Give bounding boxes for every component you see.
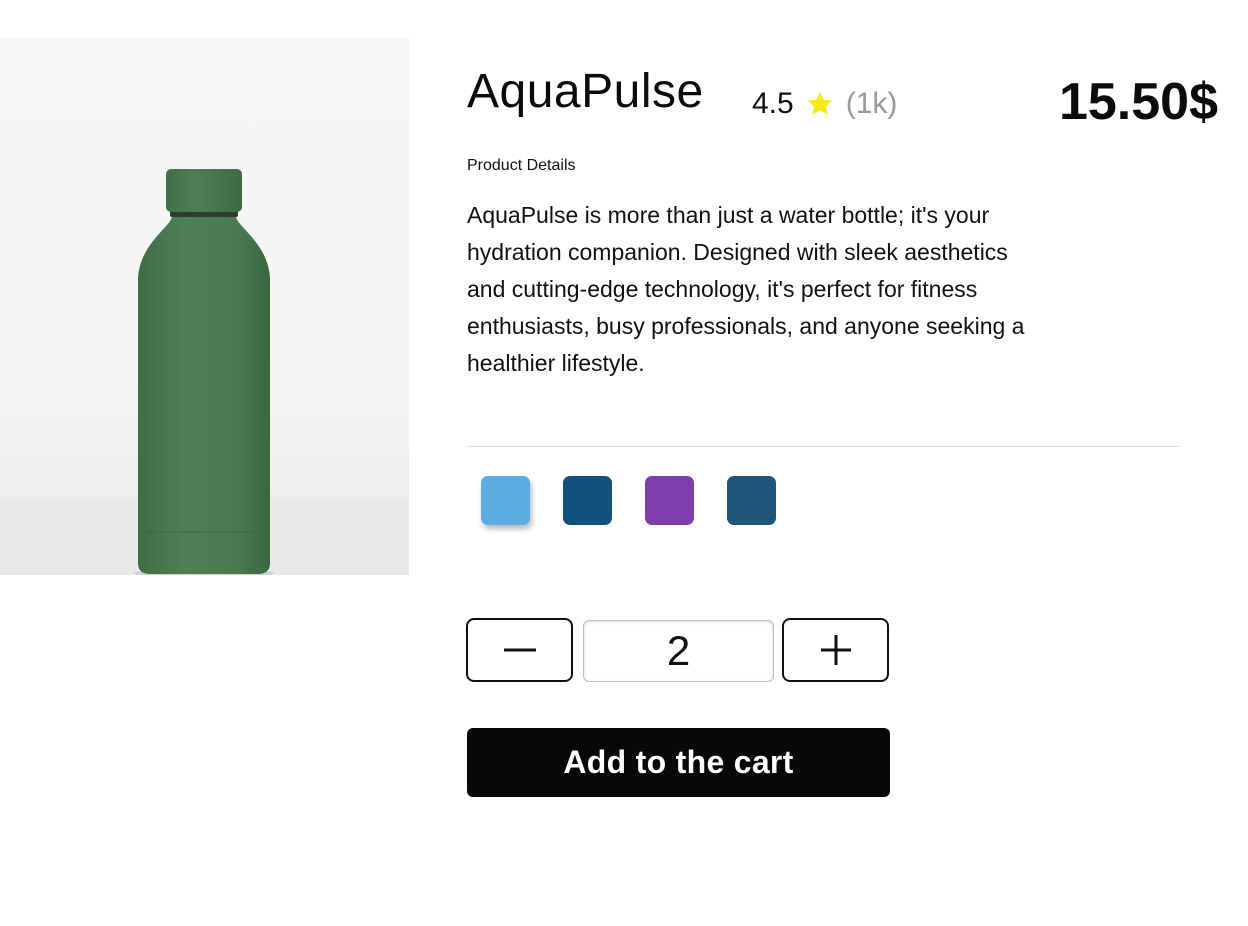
product-details-label: Product Details — [467, 157, 576, 174]
plus-icon — [819, 633, 853, 667]
minus-icon — [503, 633, 537, 667]
product-image — [0, 38, 409, 575]
rating-count: (1k) — [845, 87, 898, 120]
bottle-illustration — [0, 169, 409, 575]
product-rating: 4.5 (1k) — [752, 84, 897, 124]
product-title: AquaPulse — [467, 65, 704, 118]
quantity-input[interactable] — [583, 620, 774, 682]
add-to-cart-button[interactable]: Add to the cart — [467, 728, 890, 797]
product-price: 15.50$ — [1058, 73, 1218, 131]
product-description: AquaPulse is more than just a water bott… — [467, 202, 1025, 376]
color-swatch-light-blue[interactable] — [481, 476, 530, 525]
color-swatch-purple[interactable] — [645, 476, 694, 525]
divider — [467, 446, 1179, 447]
color-swatch-dark-blue[interactable] — [563, 476, 612, 525]
color-swatches — [481, 476, 776, 525]
quantity-decrement-button[interactable] — [466, 618, 573, 682]
rating-value: 4.5 — [752, 87, 794, 120]
quantity-increment-button[interactable] — [782, 618, 889, 682]
color-swatch-steel-blue[interactable] — [727, 476, 776, 525]
star-icon — [806, 90, 834, 118]
